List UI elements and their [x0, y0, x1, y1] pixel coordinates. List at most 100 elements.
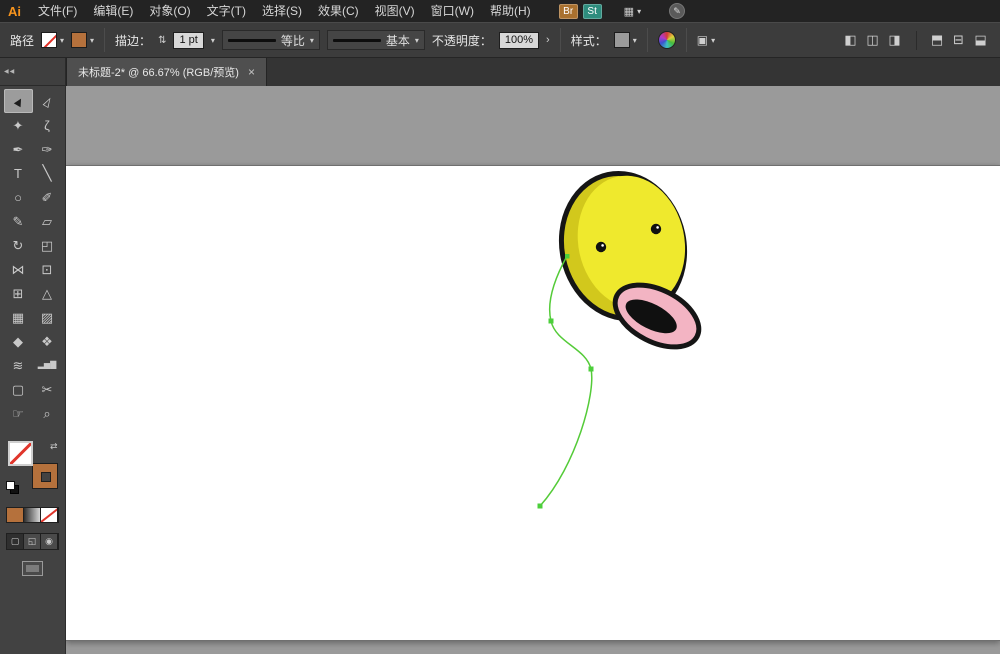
color-type-buttons: [6, 507, 59, 523]
menu-effect[interactable]: 效果(C): [310, 0, 367, 22]
menu-select[interactable]: 选择(S): [254, 0, 310, 22]
draw-normal-button[interactable]: ▢: [7, 534, 24, 549]
fill-swatch[interactable]: [8, 441, 33, 466]
width-profile-value: 等比: [281, 32, 305, 49]
artwork-character[interactable]: [548, 162, 709, 360]
artboard-tool[interactable]: ▢: [4, 377, 33, 401]
eraser-tool[interactable]: ▱: [33, 209, 62, 233]
perspective-grid-tool[interactable]: △: [33, 281, 62, 305]
chevron-down-icon: ▾: [310, 36, 314, 45]
artwork-layer: [66, 86, 1000, 654]
gradient-button[interactable]: [24, 508, 41, 522]
collapse-panel-icon[interactable]: ◀◀: [4, 68, 15, 75]
swap-fill-stroke-icon[interactable]: ⇄: [50, 441, 58, 452]
separator: [686, 28, 687, 52]
tools-panel-header[interactable]: ◀◀: [0, 58, 66, 86]
zoom-tool[interactable]: ⌕: [33, 401, 62, 425]
draw-inside-button[interactable]: ◉: [41, 534, 58, 549]
style-swatch[interactable]: [614, 32, 630, 48]
pencil-tool[interactable]: ✎: [4, 209, 33, 233]
canvas[interactable]: [66, 86, 1000, 654]
stroke-swatch[interactable]: [32, 463, 58, 489]
menu-file[interactable]: 文件(F): [30, 0, 85, 22]
close-icon[interactable]: ×: [248, 65, 255, 79]
document-tab[interactable]: 未标题-2* @ 66.67% (RGB/预览) ×: [66, 58, 267, 86]
line-segment-tool[interactable]: ╲: [33, 161, 62, 185]
main-area: ► ▻ ✦ ζ ✒ ✑ T ╲ ○ ✐: [0, 86, 1000, 654]
anchor-point[interactable]: [549, 319, 554, 324]
app-logo[interactable]: Ai: [0, 4, 30, 19]
vertical-align-top-icon[interactable]: ⬒: [916, 31, 946, 50]
width-profile-dropdown[interactable]: 等比 ▾: [222, 30, 320, 50]
blend-tool[interactable]: ❖: [33, 329, 62, 353]
screen-mode-button[interactable]: [22, 561, 43, 576]
draw-mode-buttons: ▢◱◉: [6, 533, 59, 550]
chevron-down-icon: ▾: [90, 36, 94, 45]
separator: [647, 28, 648, 52]
scale-tool[interactable]: ◰: [33, 233, 62, 257]
pen-tool[interactable]: ✒: [4, 137, 33, 161]
stroke-weight-field[interactable]: 1 pt: [173, 32, 203, 49]
slice-tool[interactable]: ✂: [33, 377, 62, 401]
lasso-tool[interactable]: ζ: [33, 113, 62, 137]
hand-tool[interactable]: ☞: [4, 401, 33, 425]
opacity-panel-chevron-icon[interactable]: ›: [546, 34, 550, 46]
recolor-artwork-icon[interactable]: [658, 31, 676, 49]
shape-builder-tool[interactable]: ⊞: [4, 281, 33, 305]
chevron-down-icon: ▾: [60, 36, 64, 45]
transform-options-icon[interactable]: ▣ ▾: [697, 33, 715, 47]
none-button[interactable]: [41, 508, 58, 522]
mesh-tool[interactable]: ▦: [4, 305, 33, 329]
brush-definition-dropdown[interactable]: 基本 ▾: [327, 30, 425, 50]
menu-view[interactable]: 视图(V): [367, 0, 423, 22]
color-button[interactable]: [7, 508, 24, 522]
free-transform-tool[interactable]: ⊡: [33, 257, 62, 281]
transform-icon: ▣: [697, 33, 708, 47]
symbol-sprayer-tool[interactable]: ≋: [4, 353, 33, 377]
stepper-icon[interactable]: ⇅: [158, 35, 166, 46]
stroke-color-dropdown[interactable]: ▾: [71, 32, 94, 48]
workspace-switcher-icon[interactable]: ✎: [669, 3, 685, 19]
menu-edit[interactable]: 编辑(E): [85, 0, 141, 22]
curvature-tool[interactable]: ✑: [33, 137, 62, 161]
chevron-down-icon[interactable]: ▾: [211, 36, 215, 45]
menu-window[interactable]: 窗口(W): [423, 0, 482, 22]
separator: [560, 28, 561, 52]
ellipse-tool[interactable]: ○: [4, 185, 33, 209]
horizontal-align-right-icon[interactable]: ◨: [885, 31, 904, 50]
gradient-tool[interactable]: ▨: [33, 305, 62, 329]
horizontal-align-center-icon[interactable]: ◫: [863, 31, 882, 50]
paintbrush-tool[interactable]: ✐: [33, 185, 62, 209]
vertical-align-center-icon[interactable]: ⊟: [949, 31, 968, 50]
eyedropper-tool[interactable]: ◆: [4, 329, 33, 353]
anchor-point[interactable]: [589, 367, 594, 372]
rotate-tool[interactable]: ↻: [4, 233, 33, 257]
stock-badge[interactable]: St: [583, 4, 602, 19]
fill-color-dropdown[interactable]: ▾: [41, 32, 64, 48]
direct-selection-tool[interactable]: ▻: [33, 89, 62, 113]
chevron-down-icon: ▾: [633, 36, 637, 45]
stroke-color-swatch[interactable]: [71, 32, 87, 48]
vertical-align-bottom-icon[interactable]: ⬓: [971, 31, 990, 50]
style-dropdown[interactable]: ▾: [614, 32, 637, 48]
menu-help[interactable]: 帮助(H): [482, 0, 539, 22]
draw-behind-button[interactable]: ◱: [24, 534, 41, 549]
menu-type[interactable]: 文字(T): [199, 0, 254, 22]
anchor-point[interactable]: [565, 254, 570, 259]
tool-grid: ► ▻ ✦ ζ ✒ ✑ T ╲ ○ ✐: [4, 89, 62, 425]
column-graph-tool[interactable]: ▂▅▇: [33, 353, 62, 377]
horizontal-align-left-icon[interactable]: ◧: [841, 31, 860, 50]
type-tool[interactable]: T: [4, 161, 33, 185]
opacity-field[interactable]: 100%: [499, 32, 539, 49]
magic-wand-tool[interactable]: ✦: [4, 113, 33, 137]
menu-object[interactable]: 对象(O): [141, 0, 198, 22]
selection-tool[interactable]: ►: [4, 89, 33, 113]
fill-color-swatch[interactable]: [41, 32, 57, 48]
arrange-documents-icon[interactable]: ▦ ▾: [624, 5, 641, 18]
width-tool[interactable]: ⋈: [4, 257, 33, 281]
fill-stroke-cluster: ⇄: [6, 441, 60, 497]
anchor-point[interactable]: [538, 504, 543, 509]
bridge-badge[interactable]: Br: [559, 4, 578, 19]
style-label: 样式：: [571, 32, 607, 49]
default-fill-stroke-icon[interactable]: [6, 481, 20, 494]
